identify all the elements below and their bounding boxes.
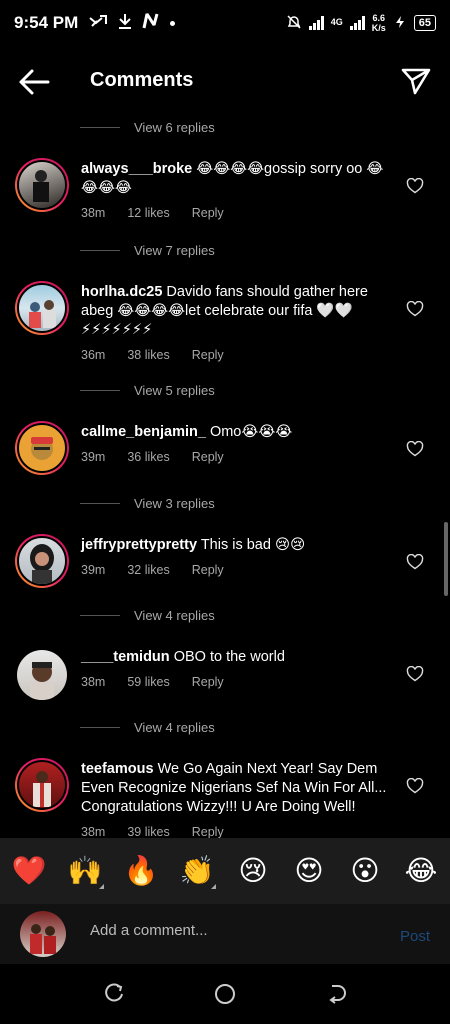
emoji-tears-of-joy[interactable]: 😂 xyxy=(400,857,442,885)
reply-button[interactable]: Reply xyxy=(192,823,224,838)
comment-likes[interactable]: 39 likes xyxy=(127,823,169,838)
comment-text: OBO to the world xyxy=(173,649,285,665)
reply-button[interactable]: Reply xyxy=(192,346,224,365)
comment-username[interactable]: jeffryprettypretty xyxy=(81,537,197,553)
charging-icon xyxy=(393,15,407,32)
post-button[interactable]: Post xyxy=(400,928,430,945)
system-nav-bar xyxy=(0,964,450,1024)
emoji-red-heart[interactable]: ❤️ xyxy=(8,857,50,885)
emoji-quick-bar: ❤️ 🙌 🔥 👏 😢 😍 😮 😂 xyxy=(0,838,450,904)
download-icon xyxy=(118,13,132,34)
reply-button[interactable]: Reply xyxy=(192,448,224,467)
signal-2-icon xyxy=(349,16,365,30)
view-replies-button[interactable]: View 6 replies xyxy=(80,120,215,135)
heart-icon[interactable] xyxy=(406,665,424,682)
comment-likes[interactable]: 12 likes xyxy=(127,204,169,223)
emoji-fire[interactable]: 🔥 xyxy=(120,857,162,885)
reply-button[interactable]: Reply xyxy=(192,204,224,223)
avatar[interactable] xyxy=(15,758,69,812)
emoji-clapping-hands[interactable]: 👏 xyxy=(176,857,218,889)
dot-icon xyxy=(170,20,176,26)
comment-time: 39m xyxy=(81,563,106,577)
page-title: Comments xyxy=(90,69,194,91)
avatar[interactable] xyxy=(15,281,69,335)
comment-likes[interactable]: 38 likes xyxy=(127,346,169,365)
status-bar: 9:54 PM 4G 6.6 K/s 65 xyxy=(0,0,450,46)
n-app-icon xyxy=(142,12,160,34)
scrollbar[interactable] xyxy=(444,522,448,596)
comment-username[interactable]: always___broke xyxy=(81,161,192,177)
recent-apps-icon[interactable] xyxy=(103,983,125,1005)
signal-icon xyxy=(308,16,324,30)
mute-bell-icon xyxy=(286,14,302,33)
heart-icon[interactable] xyxy=(406,553,424,570)
avatar[interactable] xyxy=(15,648,69,702)
comment-time: 38m xyxy=(81,206,106,220)
heart-icon[interactable] xyxy=(406,440,424,457)
view-replies-button[interactable]: View 7 replies xyxy=(80,243,215,258)
avatar xyxy=(20,911,66,957)
view-replies-button[interactable]: View 4 replies xyxy=(80,720,215,735)
comment-text: This is bad 😢😢 xyxy=(200,537,306,553)
emoji-heart-eyes[interactable]: 😍 xyxy=(288,857,330,885)
comment-likes[interactable]: 32 likes xyxy=(127,561,169,580)
battery-indicator: 65 xyxy=(413,15,436,31)
arrow-left-icon[interactable] xyxy=(18,68,50,96)
comment-composer: Post xyxy=(0,904,450,964)
view-replies-button[interactable]: View 5 replies xyxy=(80,383,215,398)
emoji-surprised-face[interactable]: 😮 xyxy=(344,857,386,885)
comment-time: 38m xyxy=(81,825,106,838)
avatar[interactable] xyxy=(15,421,69,475)
home-icon[interactable] xyxy=(214,983,236,1005)
comment-text: Omo😭😭😭 xyxy=(209,424,293,440)
heart-icon[interactable] xyxy=(406,300,424,317)
avatar[interactable] xyxy=(15,534,69,588)
reply-button[interactable]: Reply xyxy=(192,673,224,692)
comment-input[interactable] xyxy=(90,922,370,939)
comment-time: 38m xyxy=(81,675,106,689)
paper-plane-icon[interactable] xyxy=(400,66,432,96)
emoji-raising-hands[interactable]: 🙌 xyxy=(64,857,106,889)
comment-username[interactable]: teefamous xyxy=(81,761,154,777)
comment-username[interactable]: horlha.dc25 xyxy=(81,284,162,300)
comment-time: 39m xyxy=(81,450,106,464)
back-nav-icon[interactable] xyxy=(326,983,348,1005)
heart-icon[interactable] xyxy=(406,177,424,194)
comment-username[interactable]: callme_benjamin_ xyxy=(81,424,206,440)
data-speed: 6.6 K/s xyxy=(371,13,386,33)
comments-header: Comments xyxy=(0,56,450,108)
comment-likes[interactable]: 59 likes xyxy=(127,673,169,692)
emoji-crying-face[interactable]: 😢 xyxy=(232,857,274,885)
comment-likes[interactable]: 36 likes xyxy=(127,448,169,467)
comment-username[interactable]: ____temidun xyxy=(81,649,170,665)
view-replies-button[interactable]: View 3 replies xyxy=(80,496,215,511)
heart-icon[interactable] xyxy=(406,777,424,794)
comments-list[interactable]: View 6 replies always___broke 😂😂😂😂gossip… xyxy=(0,108,450,838)
view-replies-button[interactable]: View 4 replies xyxy=(80,608,215,623)
reply-button[interactable]: Reply xyxy=(192,561,224,580)
network-type: 4G xyxy=(330,17,343,27)
mail-icon xyxy=(88,13,108,33)
avatar[interactable] xyxy=(15,158,69,212)
comment-time: 36m xyxy=(81,348,106,362)
status-time: 9:54 PM xyxy=(14,13,79,32)
